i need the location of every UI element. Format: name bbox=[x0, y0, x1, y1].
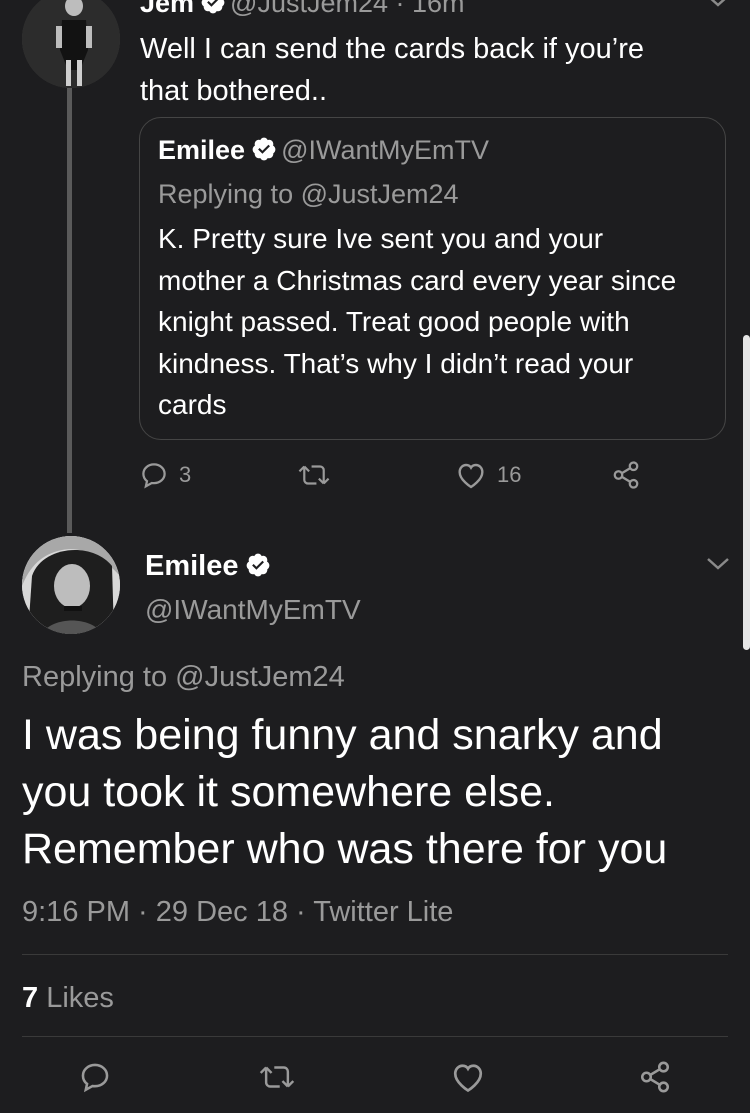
main-author-name-text: Emilee bbox=[145, 550, 239, 582]
quoted-replying-to: Replying to @JustJem24 bbox=[158, 179, 459, 209]
parent-tweet-header: Jem @JustJem24 · 16m bbox=[140, 0, 465, 20]
chevron-down-icon[interactable] bbox=[704, 0, 732, 15]
retweet-icon bbox=[297, 460, 331, 490]
like-icon bbox=[450, 1060, 486, 1094]
share-icon bbox=[638, 1060, 672, 1094]
verified-icon bbox=[194, 0, 230, 18]
avatar-emilee[interactable] bbox=[22, 536, 120, 634]
like-button[interactable]: 16 bbox=[455, 460, 521, 490]
tweet-timestamp: 9:16 PM · 29 Dec 18 · Twitter Lite bbox=[22, 896, 454, 928]
main-author-handle[interactable]: @IWantMyEmTV bbox=[145, 592, 361, 628]
quoted-tweet-card[interactable]: Emilee @IWantMyEmTV Replying to @JustJem2… bbox=[139, 117, 726, 440]
like-icon bbox=[455, 460, 487, 490]
thread-connector-line bbox=[67, 88, 72, 533]
like-button[interactable] bbox=[450, 1060, 486, 1094]
like-count: 16 bbox=[497, 462, 522, 487]
parent-tweet-actions: 3 16 bbox=[139, 460, 659, 500]
reply-icon bbox=[139, 460, 169, 490]
reply-icon bbox=[78, 1060, 112, 1094]
reply-button[interactable] bbox=[78, 1060, 112, 1094]
retweet-button[interactable] bbox=[258, 1060, 296, 1094]
divider bbox=[22, 1036, 728, 1037]
likes-label: Likes bbox=[38, 982, 114, 1014]
likes-summary[interactable]: 7 Likes bbox=[22, 979, 114, 1017]
main-tweet-actions bbox=[0, 1060, 750, 1104]
parent-tweet-text: Well I can send the cards back if you’re… bbox=[140, 33, 644, 107]
divider bbox=[22, 954, 728, 955]
share-button[interactable] bbox=[611, 460, 641, 490]
scrollbar[interactable] bbox=[743, 335, 750, 650]
avatar-jem[interactable] bbox=[22, 0, 120, 88]
quoted-author-handle: @IWantMyEmTV bbox=[281, 135, 489, 165]
verified-icon bbox=[245, 135, 281, 165]
reply-count: 3 bbox=[179, 462, 192, 487]
parent-author-name[interactable]: Jem bbox=[140, 0, 194, 18]
quoted-author-name: Emilee bbox=[158, 135, 246, 165]
share-icon bbox=[611, 460, 641, 490]
main-tweet-text: I was being funny and snarky and you too… bbox=[22, 711, 668, 873]
likes-count: 7 bbox=[22, 982, 39, 1014]
quoted-tweet-text: K. Pretty sure Ive sent you and your mot… bbox=[158, 223, 677, 420]
reply-button[interactable]: 3 bbox=[139, 460, 191, 490]
chevron-down-icon[interactable] bbox=[704, 555, 732, 578]
retweet-button[interactable] bbox=[297, 460, 341, 490]
verified-icon bbox=[239, 550, 275, 582]
main-replying-to[interactable]: Replying to @JustJem24 bbox=[22, 658, 345, 696]
retweet-icon bbox=[258, 1060, 296, 1094]
quoted-tweet-header: Emilee @IWantMyEmTV bbox=[158, 132, 489, 168]
main-author-name[interactable]: Emilee bbox=[145, 548, 275, 584]
share-button[interactable] bbox=[638, 1060, 672, 1094]
parent-handle-time: @JustJem24 · 16m bbox=[230, 0, 465, 18]
